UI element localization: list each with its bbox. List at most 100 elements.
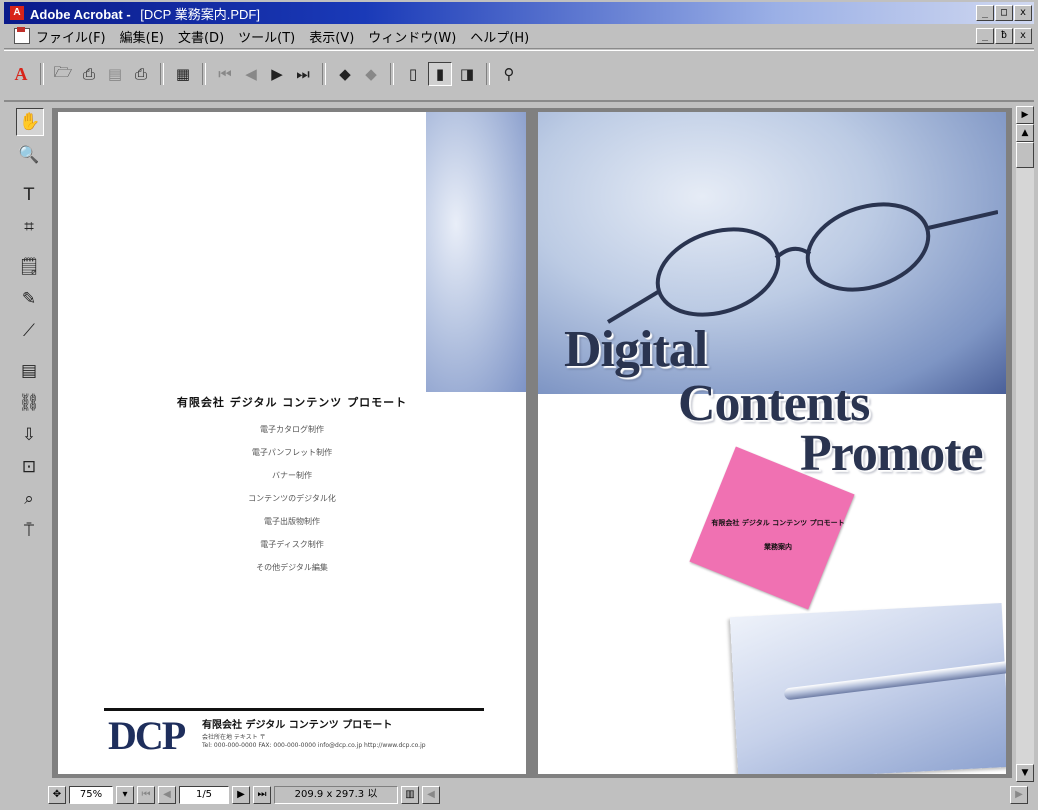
dcp-logo: DCP — [108, 713, 186, 758]
status-bar: ✥ 75% ▾ ⏮ ◀ 1/5 ▶ ⏭ 209.9 x 297.3 以 ▥ ◀ … — [48, 784, 1028, 806]
zoom-dropdown-icon[interactable]: ▾ — [116, 786, 134, 804]
open-icon[interactable]: 🗁 — [52, 63, 74, 85]
pan-icon[interactable]: ✥ — [48, 786, 66, 804]
menu-view[interactable]: 表示(V) — [309, 27, 354, 46]
minimize-button[interactable]: _ — [976, 5, 994, 21]
acrobat-app-icon[interactable]: A — [10, 6, 24, 20]
menu-bar: ファイル(F) 編集(E) 文書(D) ツール(T) 表示(V) ウィンドウ(W… — [4, 24, 1034, 49]
title-bar: A Adobe Acrobat - [DCP 業務案内.PDF] _ □ x — [4, 2, 1034, 24]
list-item: コンテンツのデジタル化 — [248, 494, 336, 503]
app-name: Adobe Acrobat — [30, 6, 123, 22]
window-controls: _ □ x — [976, 5, 1032, 21]
toolbar-separator — [202, 63, 206, 85]
footer-address: 会社所在地 テキスト 〒 — [202, 734, 266, 741]
print-icon[interactable]: ⎙ — [130, 63, 152, 85]
vertical-scrollbar[interactable]: ▶ ▲ ▼ — [1016, 106, 1034, 782]
stamp-tool-icon[interactable]: ⍑ — [16, 518, 42, 544]
split-arrow-icon[interactable]: ▶ — [1016, 106, 1034, 124]
print-setup-icon[interactable]: ⎙ — [78, 63, 100, 85]
save-icon[interactable]: ▤ — [104, 63, 126, 85]
crop-tool-icon[interactable]: ⌗ — [16, 214, 42, 240]
page-field[interactable]: 1/5 — [179, 786, 229, 804]
menu-help[interactable]: ヘルプ(H) — [470, 27, 529, 46]
close-button[interactable]: x — [1014, 5, 1032, 21]
note-tool-icon[interactable]: 🗒 — [16, 254, 42, 280]
zoom-field[interactable]: 75% — [69, 786, 113, 804]
article-tool-icon[interactable]: ⇩ — [16, 422, 42, 448]
text-select-tool-icon[interactable]: T — [16, 182, 42, 208]
last-page-icon[interactable]: ⏭ — [292, 63, 314, 85]
facing-pages-icon[interactable]: ◨ — [456, 63, 478, 85]
headline-digital: Digital — [564, 321, 708, 378]
find-icon[interactable]: ⚲ — [498, 63, 520, 85]
pink-card-subtitle: 業務案内 — [764, 543, 792, 551]
menu-edit[interactable]: 編集(E) — [120, 27, 164, 46]
scroll-right-icon[interactable]: ▶ — [1010, 786, 1028, 804]
page-size-readout: 209.9 x 297.3 以 — [274, 786, 398, 804]
title-separator: - — [126, 6, 131, 22]
first-page-icon[interactable]: ⏮ — [214, 63, 236, 85]
highlight-tool-icon[interactable]: ⟋ — [16, 318, 42, 344]
menu-tools[interactable]: ツール(T) — [238, 27, 295, 46]
continuous-page-icon[interactable]: ▮ — [428, 62, 452, 86]
go-back-icon[interactable]: ◆ — [334, 63, 356, 85]
doc-restore-button[interactable]: ƀ — [995, 28, 1013, 44]
tool-gap — [16, 174, 46, 182]
movie-tool-icon[interactable]: ⊡ — [16, 454, 42, 480]
footer-contact: Tel: 000-000-0000 FAX: 000-000-0000 info… — [202, 742, 426, 749]
list-item: バナー制作 — [272, 471, 312, 480]
company-name: 有限会社 デジタル コンテンツ プロモート — [176, 396, 408, 409]
list-item: 電子パンフレット制作 — [251, 448, 333, 457]
single-page-icon[interactable]: ▯ — [402, 63, 424, 85]
toolbar-separator — [160, 63, 164, 85]
teacup-photo — [426, 112, 526, 392]
thumbnails-icon[interactable]: ▦ — [172, 63, 194, 85]
scroll-left-icon[interactable]: ◀ — [422, 786, 440, 804]
toolbar-separator — [486, 63, 490, 85]
maximize-button[interactable]: □ — [995, 5, 1013, 21]
page-layout-icon[interactable]: ▥ — [401, 786, 419, 804]
touchup-tool-icon[interactable]: ⌕ — [16, 486, 42, 512]
tool-gap — [16, 246, 46, 254]
service-list: 電子カタログ制作 電子パンフレット制作 バナー制作 コンテンツのデジタル化 電子… — [58, 418, 526, 579]
list-item: 電子ディスク制作 — [260, 540, 324, 549]
zoom-tool-icon[interactable]: 🔍 — [16, 142, 42, 168]
next-page-icon[interactable]: ▶ — [232, 786, 250, 804]
prev-page-icon[interactable]: ◀ — [240, 63, 262, 85]
menu-file[interactable]: ファイル(F) — [36, 27, 106, 46]
headline-promote: Promote — [800, 425, 984, 482]
document-view[interactable]: 有限会社 デジタル コンテンツ プロモート 電子カタログ制作 電子パンフレット制… — [52, 108, 1012, 778]
toolbar-separator — [40, 63, 44, 85]
hand-tool-icon[interactable]: ✋ — [16, 108, 44, 136]
menu-document[interactable]: 文書(D) — [178, 27, 224, 46]
first-page-icon[interactable]: ⏮ — [137, 786, 155, 804]
pen-photo — [729, 602, 1006, 774]
list-item: 電子カタログ制作 — [260, 425, 324, 434]
link-tool-icon[interactable]: ⛓ — [16, 390, 42, 416]
pen-illustration — [783, 660, 1006, 701]
document-name: [DCP 業務案内.PDF] — [140, 6, 260, 22]
acrobat-logo-icon[interactable]: A — [10, 63, 32, 85]
pink-card-company: 有限会社 デジタル コンテンツ プロモート — [711, 519, 845, 527]
pencil-tool-icon[interactable]: ✎ — [16, 286, 42, 312]
menu-window[interactable]: ウィンドウ(W) — [368, 27, 456, 46]
doc-minimize-button[interactable]: _ — [976, 28, 994, 44]
glasses-illustration — [606, 202, 998, 324]
toolbar-separator — [322, 63, 326, 85]
next-page-icon[interactable]: ▶ — [266, 63, 288, 85]
doc-close-button[interactable]: x — [1014, 28, 1032, 44]
document-icon[interactable] — [14, 27, 30, 44]
scroll-down-icon[interactable]: ▼ — [1016, 764, 1034, 782]
scroll-thumb[interactable] — [1016, 142, 1034, 168]
last-page-icon[interactable]: ⏭ — [253, 786, 271, 804]
footer-company-name: 有限会社 デジタル コンテンツ プロモート — [202, 720, 393, 731]
tool-gap — [16, 350, 46, 358]
right-page: Digital Contents Promote 有限会社 デジタル コンテンツ… — [538, 112, 1006, 774]
scroll-up-icon[interactable]: ▲ — [1016, 124, 1034, 142]
list-item: その他デジタル編集 — [256, 563, 328, 572]
footer-rule — [104, 708, 484, 711]
prev-page-icon[interactable]: ◀ — [158, 786, 176, 804]
tool-palette: ✋ 🔍 T ⌗ 🗒 ✎ ⟋ ▤ ⛓ ⇩ ⊡ ⌕ ⍑ — [16, 108, 46, 550]
go-forward-icon[interactable]: ◆ — [360, 63, 382, 85]
form-tool-icon[interactable]: ▤ — [16, 358, 42, 384]
